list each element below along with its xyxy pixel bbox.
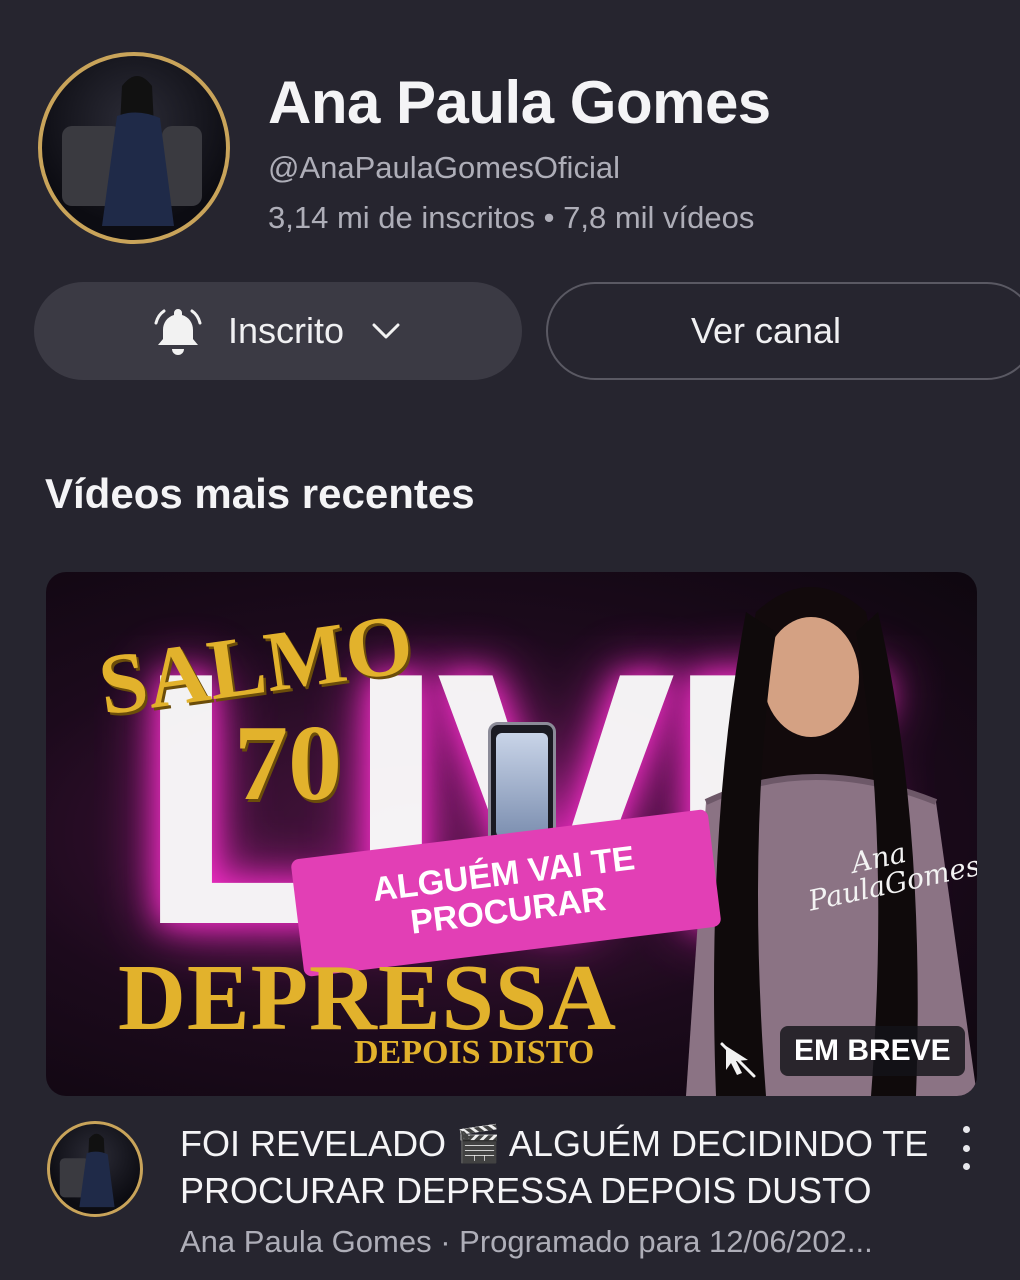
chevron-down-icon [372, 323, 400, 339]
avatar-portrait [62, 76, 202, 226]
view-channel-button[interactable]: Ver canal [546, 282, 1020, 380]
video-channel-avatar[interactable] [47, 1121, 143, 1217]
channel-handle: @AnaPaulaGomesOficial [268, 150, 620, 185]
coming-soon-badge: EM BREVE [780, 1026, 965, 1076]
subscribed-label: Inscrito [227, 310, 345, 351]
subscribed-button[interactable]: Inscrito [34, 282, 522, 380]
thumb-depois-text: DEPOIS DISTO [354, 1034, 595, 1071]
section-title: Vídeos mais recentes [45, 470, 475, 517]
mute-icon[interactable] [718, 1040, 758, 1080]
view-channel-label: Ver canal [690, 310, 842, 351]
thumb-number-text: 70 [234, 704, 342, 823]
more-vert-icon[interactable] [948, 1126, 984, 1170]
channel-stats: 3,14 mi de inscritos • 7,8 mil vídeos [268, 200, 755, 235]
video-title[interactable]: FOI REVELADO 🎬 ALGUÉM DECIDINDO TE PROCU… [180, 1120, 940, 1214]
video-meta: Ana Paula Gomes · Programado para 12/06/… [180, 1224, 873, 1259]
bell-icon [154, 309, 202, 355]
channel-name: Ana Paula Gomes [268, 69, 771, 136]
video-thumbnail[interactable]: LIVE SALMO 70 ALGUÉM VAI TE PROCURAR Ana… [46, 572, 977, 1096]
avatar-portrait-small [59, 1133, 115, 1208]
channel-avatar[interactable] [38, 52, 230, 244]
